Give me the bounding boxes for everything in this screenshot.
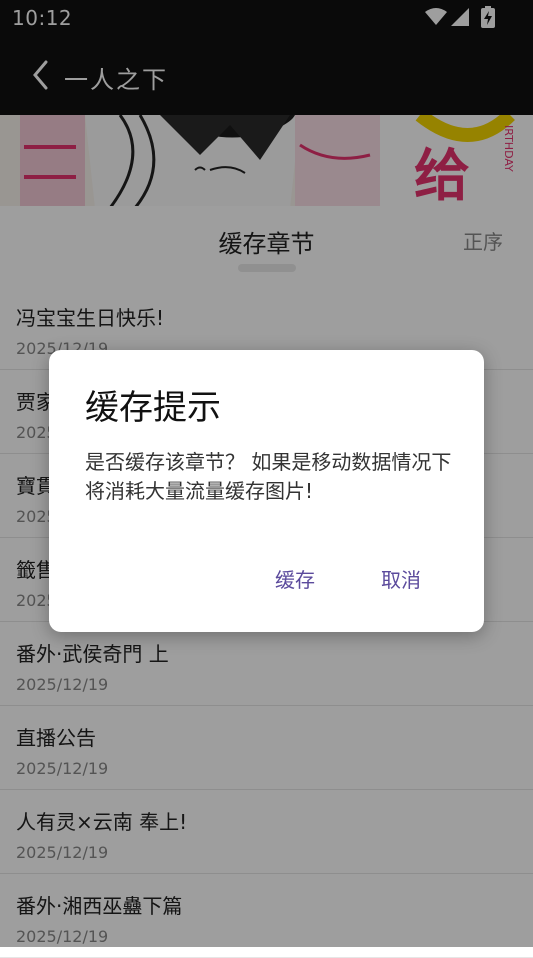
cancel-button[interactable]: 取消 (371, 558, 431, 599)
cache-button[interactable]: 缓存 (265, 558, 325, 599)
cache-confirm-dialog: 缓存提示 是否缓存该章节？ 如果是移动数据情况下将消耗大量流量缓存图片! 缓存 … (49, 350, 484, 632)
dialog-message: 是否缓存该章节？ 如果是移动数据情况下将消耗大量流量缓存图片! (85, 450, 452, 503)
dialog-title: 缓存提示 (85, 388, 221, 428)
